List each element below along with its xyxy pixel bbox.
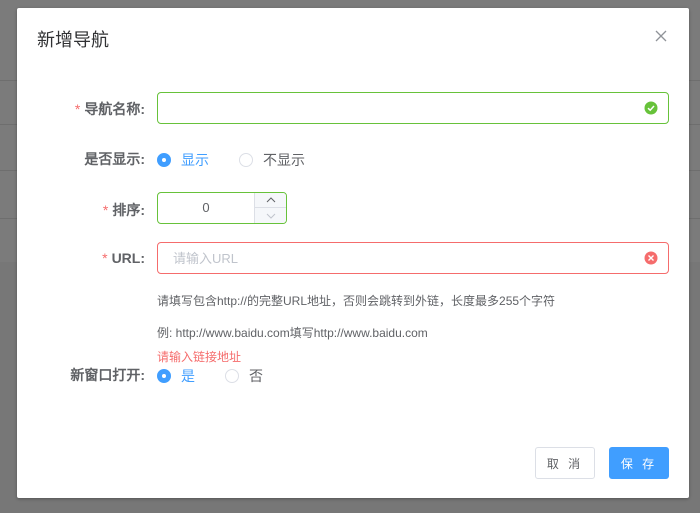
- order-label: * 排序:: [103, 200, 145, 220]
- chevron-up-icon: [266, 197, 275, 203]
- background-divider: [0, 124, 18, 125]
- required-mark: *: [74, 101, 81, 117]
- radio-no-label: 否: [249, 368, 263, 384]
- new-window-label: 新窗口打开:: [70, 367, 145, 383]
- name-input[interactable]: [157, 92, 669, 124]
- radio-indicator: [157, 153, 171, 167]
- radio-hide-label: 不显示: [263, 152, 305, 168]
- order-number-input[interactable]: 0: [157, 192, 287, 224]
- form-row-show: 是否显示: 显示 不显示: [17, 148, 689, 168]
- add-navigation-dialog: 新增导航 * 导航名称: 是否显示: 显示 不显示 * 排序: 0 * URL:…: [17, 8, 689, 498]
- background-divider: [0, 80, 18, 81]
- radio-hide[interactable]: 不显示: [239, 150, 305, 170]
- radio-new-window-yes[interactable]: 是: [157, 366, 195, 386]
- radio-new-window-no[interactable]: 否: [225, 366, 263, 386]
- show-label: 是否显示:: [84, 151, 145, 167]
- order-value[interactable]: 0: [158, 193, 254, 223]
- close-icon[interactable]: [653, 28, 669, 44]
- name-label-text: 导航名称:: [84, 101, 145, 117]
- dialog-title: 新增导航: [37, 30, 109, 50]
- error-circle-icon: [644, 251, 658, 265]
- radio-show[interactable]: 显示: [157, 150, 209, 170]
- radio-indicator: [157, 369, 171, 383]
- background-divider: [0, 218, 18, 219]
- form-row-name: * 导航名称:: [17, 92, 689, 124]
- radio-indicator: [239, 153, 253, 167]
- form-row-url: *URL: 请填写包含http://的完整URL地址，否则会跳转到外链，长度最多…: [17, 242, 689, 364]
- url-example: 例: http://www.baidu.com填写http://www.baid…: [157, 326, 428, 340]
- radio-show-label: 显示: [181, 152, 209, 168]
- url-input[interactable]: [157, 242, 669, 274]
- url-error-message: 请输入链接地址: [157, 350, 242, 364]
- chevron-down-icon: [266, 213, 275, 219]
- name-label: * 导航名称:: [75, 99, 145, 119]
- cancel-button[interactable]: 取 消: [535, 447, 595, 479]
- form-row-order: * 排序: 0: [17, 192, 689, 224]
- background-divider: [0, 170, 18, 171]
- decrease-button[interactable]: [254, 208, 286, 223]
- url-hint: 请填写包含http://的完整URL地址，否则会跳转到外链，长度最多255个字符: [157, 294, 556, 308]
- url-label: * URL:: [102, 250, 145, 266]
- increase-button[interactable]: [254, 193, 286, 208]
- save-button[interactable]: 保 存: [609, 447, 669, 479]
- required-mark: *: [102, 202, 109, 218]
- form-row-new-window: 新窗口打开: 是 否: [17, 364, 689, 384]
- url-label-text: URL:: [111, 250, 145, 266]
- check-circle-icon: [644, 101, 658, 115]
- required-mark: *: [102, 250, 108, 266]
- order-label-text: 排序:: [112, 202, 145, 218]
- radio-indicator: [225, 369, 239, 383]
- radio-yes-label: 是: [181, 368, 195, 384]
